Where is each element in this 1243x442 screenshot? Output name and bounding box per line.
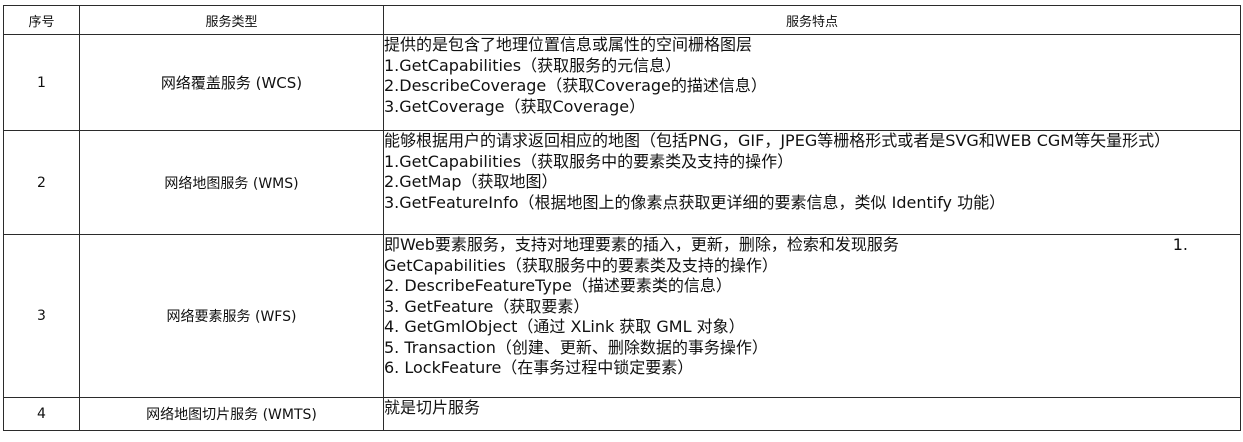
row-features: 即Web要素服务，支持对地理要素的插入，更新，删除，检索和发现服务 1. Get… bbox=[383, 234, 1241, 398]
feature-line: 提供的是包含了地理位置信息或属性的空间栅格图层 bbox=[384, 35, 753, 55]
row-index: 4 bbox=[3, 397, 80, 431]
row-service-type: 网络地图服务 (WMS) bbox=[79, 130, 384, 235]
feature-line: 2.DescribeCoverage（获取Coverage的描述信息） bbox=[384, 76, 767, 95]
feature-line-tail: 1. bbox=[1172, 235, 1188, 255]
header-index: 序号 bbox=[3, 5, 80, 35]
feature-line: 1.GetCapabilities（获取服务的元信息） bbox=[384, 55, 682, 75]
feature-line: 4. GetGmlObject（通过 XLink 获取 GML 对象） bbox=[384, 317, 745, 336]
table-row: 2 网络地图服务 (WMS) 能够根据用户的请求返回相应的地图（包括PNG，GI… bbox=[3, 130, 1241, 235]
row-index: 3 bbox=[3, 234, 80, 398]
header-features: 服务特点 bbox=[383, 5, 1241, 35]
row-service-type: 网络地图切片服务 (WMTS) bbox=[79, 397, 384, 431]
feature-line: 3.GetCoverage（获取Coverage） bbox=[384, 96, 646, 116]
feature-line: 6. LockFeature（在事务过程中锁定要素） bbox=[384, 358, 694, 377]
feature-line: 2. DescribeFeatureType（描述要素类的信息） bbox=[384, 276, 732, 295]
row-index: 2 bbox=[3, 130, 80, 235]
feature-line: 2.GetMap（获取地图） bbox=[384, 172, 558, 191]
feature-line: GetCapabilities（获取服务中的要素类及支持的操作） bbox=[384, 255, 778, 275]
feature-line-text: 即Web要素服务，支持对地理要素的插入，更新，删除，检索和发现服务 bbox=[384, 235, 899, 255]
feature-line: 5. Transaction（创建、更新、删除数据的事务操作） bbox=[384, 337, 768, 357]
table-row: 3 网络要素服务 (WFS) 即Web要素服务，支持对地理要素的插入，更新，删除… bbox=[3, 234, 1241, 398]
feature-line: 即Web要素服务，支持对地理要素的插入，更新，删除，检索和发现服务 1. bbox=[384, 235, 1240, 256]
row-index: 1 bbox=[3, 34, 80, 131]
row-features: 就是切片服务 bbox=[383, 397, 1241, 431]
row-features: 提供的是包含了地理位置信息或属性的空间栅格图层 1.GetCapabilitie… bbox=[383, 34, 1241, 131]
feature-line: 就是切片服务 bbox=[384, 398, 481, 418]
row-service-type: 网络覆盖服务 (WCS) bbox=[79, 34, 384, 131]
header-row: 序号 服务类型 服务特点 bbox=[3, 5, 1241, 35]
row-features: 能够根据用户的请求返回相应的地图（包括PNG，GIF，JPEG等栅格形式或者是S… bbox=[383, 130, 1241, 235]
feature-line: 3.GetFeatureInfo（根据地图上的像素点获取更详细的要素信息，类似 … bbox=[384, 192, 1006, 212]
table-row: 1 网络覆盖服务 (WCS) 提供的是包含了地理位置信息或属性的空间栅格图层 1… bbox=[3, 34, 1241, 131]
feature-line: 3. GetFeature（获取要素） bbox=[384, 296, 590, 316]
feature-line: 1.GetCapabilities（获取服务中的要素类及支持的操作） bbox=[384, 151, 794, 171]
services-table: 序号 服务类型 服务特点 1 网络覆盖服务 (WCS) 提供的是包含了地理位置信… bbox=[3, 5, 1241, 431]
row-service-type: 网络要素服务 (WFS) bbox=[79, 234, 384, 398]
header-type: 服务类型 bbox=[79, 5, 384, 35]
table-row: 4 网络地图切片服务 (WMTS) 就是切片服务 bbox=[3, 397, 1241, 431]
feature-line: 能够根据用户的请求返回相应的地图（包括PNG，GIF，JPEG等栅格形式或者是S… bbox=[384, 131, 1171, 151]
